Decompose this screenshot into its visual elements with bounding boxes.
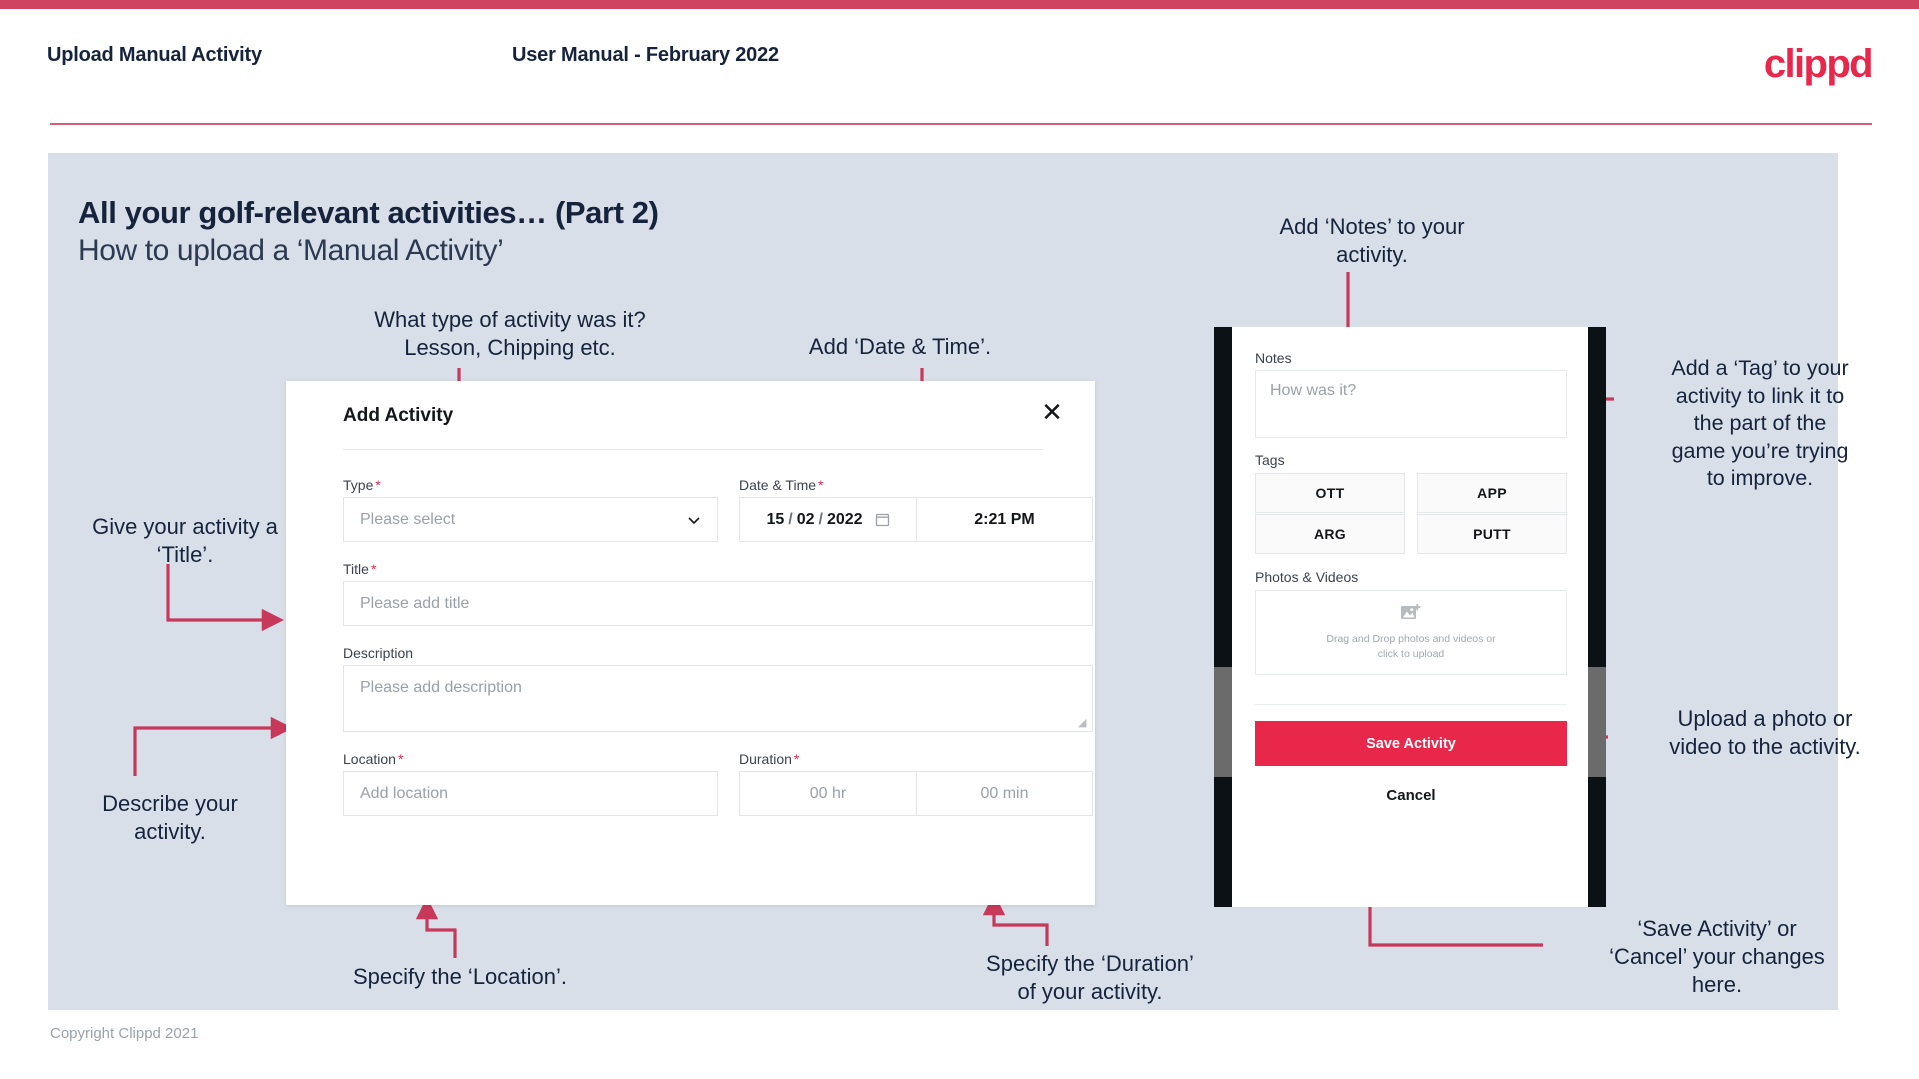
duration-minutes-placeholder: 00 min bbox=[980, 784, 1029, 802]
title-label-text: Title bbox=[343, 561, 369, 577]
annotation-tags: Add a ‘Tag’ to your activity to link it t… bbox=[1671, 356, 1849, 491]
copyright-text: Copyright Clippd 2021 bbox=[50, 1025, 199, 1042]
date-year: 2022 bbox=[826, 510, 863, 528]
annotation-notes: Add ‘Notes’ to your activity. bbox=[1279, 214, 1465, 268]
close-icon[interactable]: ✕ bbox=[1037, 397, 1067, 427]
device-bezel-right bbox=[1588, 327, 1606, 907]
date-input[interactable]: 15 / 02 / 2022 bbox=[739, 497, 917, 542]
header-divider bbox=[50, 123, 1872, 125]
datetime-required-mark: * bbox=[818, 477, 824, 493]
save-activity-button[interactable]: Save Activity bbox=[1255, 721, 1567, 766]
add-activity-dialog: Add Activity ✕ Type * Please select Date … bbox=[286, 381, 1095, 905]
type-required-mark: * bbox=[375, 477, 381, 493]
date-sep-1: / bbox=[788, 510, 793, 528]
location-required-mark: * bbox=[397, 751, 404, 767]
duration-hours-input[interactable]: 00 hr bbox=[739, 771, 917, 816]
description-placeholder: Please add description bbox=[360, 679, 522, 696]
tag-button-app[interactable]: APP bbox=[1417, 473, 1567, 513]
title-placeholder: Please add title bbox=[360, 594, 470, 612]
notes-input[interactable]: How was it? bbox=[1255, 370, 1567, 438]
duration-hours-placeholder: 00 hr bbox=[809, 784, 847, 802]
duration-minutes-input[interactable]: 00 min bbox=[917, 771, 1093, 816]
time-input[interactable]: 2:21 PM bbox=[917, 497, 1093, 542]
annotation-description: Describe your activity. bbox=[102, 791, 238, 845]
description-label-text: Description bbox=[343, 645, 414, 661]
actions-divider bbox=[1255, 704, 1567, 705]
type-placeholder: Please select bbox=[360, 510, 456, 528]
notes-label: Notes bbox=[1255, 350, 1292, 366]
location-label: Location * bbox=[343, 751, 403, 767]
location-placeholder: Add location bbox=[360, 784, 449, 802]
mobile-device-mock: Notes How was it? Tags OTT APP ARG PUTT … bbox=[1214, 327, 1606, 907]
tag-button-putt[interactable]: PUTT bbox=[1417, 514, 1567, 554]
photo-upload-dropzone[interactable]: Drag and Drop photos and videos or click… bbox=[1255, 590, 1567, 675]
title-required-mark: * bbox=[370, 561, 377, 577]
description-label: Description bbox=[343, 645, 413, 661]
device-bezel-right-band bbox=[1588, 667, 1606, 777]
notes-placeholder: How was it? bbox=[1270, 382, 1357, 399]
type-label: Type * bbox=[343, 477, 381, 493]
annotation-location: Specify the ‘Location’. bbox=[352, 964, 568, 989]
annotation-title: Give your activity a ‘Title’. bbox=[92, 514, 278, 568]
device-bezel-left-band bbox=[1214, 667, 1232, 777]
duration-label-text: Duration bbox=[739, 751, 792, 767]
annotation-upload: Upload a photo or video to the activity. bbox=[1669, 706, 1861, 760]
header-subtitle: User Manual - February 2022 bbox=[512, 44, 779, 66]
date-day: 15 bbox=[766, 510, 785, 528]
tag-button-arg[interactable]: ARG bbox=[1255, 514, 1405, 554]
annotation-datetime: Add ‘Date & Time’. bbox=[808, 334, 992, 359]
device-screen: Notes How was it? Tags OTT APP ARG PUTT … bbox=[1232, 327, 1588, 907]
annotation-duration: Specify the ‘Duration’ of your activity. bbox=[986, 951, 1194, 1005]
type-select[interactable]: Please select bbox=[343, 497, 718, 542]
datetime-label-text: Date & Time bbox=[739, 477, 817, 493]
location-label-text: Location bbox=[343, 751, 396, 767]
annotation-type: What type of activity was it? Lesson, Chi… bbox=[374, 307, 646, 361]
duration-label: Duration * bbox=[739, 751, 799, 767]
slide-heading: All your golf-relevant activities… (Part… bbox=[78, 195, 659, 230]
add-image-icon bbox=[1401, 603, 1421, 619]
upload-instruction-line2: click to upload bbox=[1377, 648, 1445, 660]
slide-subheading: How to upload a ‘Manual Activity’ bbox=[78, 234, 504, 267]
title-input[interactable]: Please add title bbox=[343, 581, 1093, 626]
calendar-icon[interactable] bbox=[875, 512, 890, 527]
type-label-text: Type bbox=[343, 477, 374, 493]
chevron-down-icon bbox=[688, 516, 700, 524]
upload-instruction-line1: Drag and Drop photos and videos or bbox=[1326, 632, 1496, 645]
cancel-button[interactable]: Cancel bbox=[1255, 787, 1567, 804]
dialog-header: Add Activity ✕ bbox=[286, 381, 1095, 439]
location-input[interactable]: Add location bbox=[343, 771, 718, 816]
photos-label: Photos & Videos bbox=[1255, 569, 1359, 585]
dialog-divider bbox=[343, 449, 1043, 450]
device-bezel-left bbox=[1214, 327, 1232, 907]
top-accent-bar bbox=[0, 0, 1919, 9]
date-month: 02 bbox=[796, 510, 815, 528]
duration-required-mark: * bbox=[793, 751, 800, 767]
dialog-title: Add Activity bbox=[343, 405, 454, 426]
title-label: Title * bbox=[343, 561, 376, 577]
upload-instruction: Drag and Drop photos and videos or click… bbox=[1326, 632, 1495, 662]
date-sep-2: / bbox=[818, 510, 823, 528]
resize-handle-icon[interactable]: ◢ bbox=[1078, 718, 1088, 729]
time-value: 2:21 PM bbox=[974, 510, 1035, 528]
datetime-label: Date & Time * bbox=[739, 477, 823, 493]
slide-page: Upload Manual Activity User Manual - Feb… bbox=[0, 0, 1919, 1079]
tag-button-ott[interactable]: OTT bbox=[1255, 473, 1405, 513]
description-textarea[interactable]: Please add description ◢ bbox=[343, 665, 1093, 732]
clippd-logo: clippd bbox=[1763, 42, 1874, 86]
page-title: Upload Manual Activity bbox=[47, 44, 262, 66]
tags-label: Tags bbox=[1255, 452, 1285, 468]
annotation-save: ‘Save Activity’ or ‘Cancel’ your changes h… bbox=[1609, 916, 1825, 998]
